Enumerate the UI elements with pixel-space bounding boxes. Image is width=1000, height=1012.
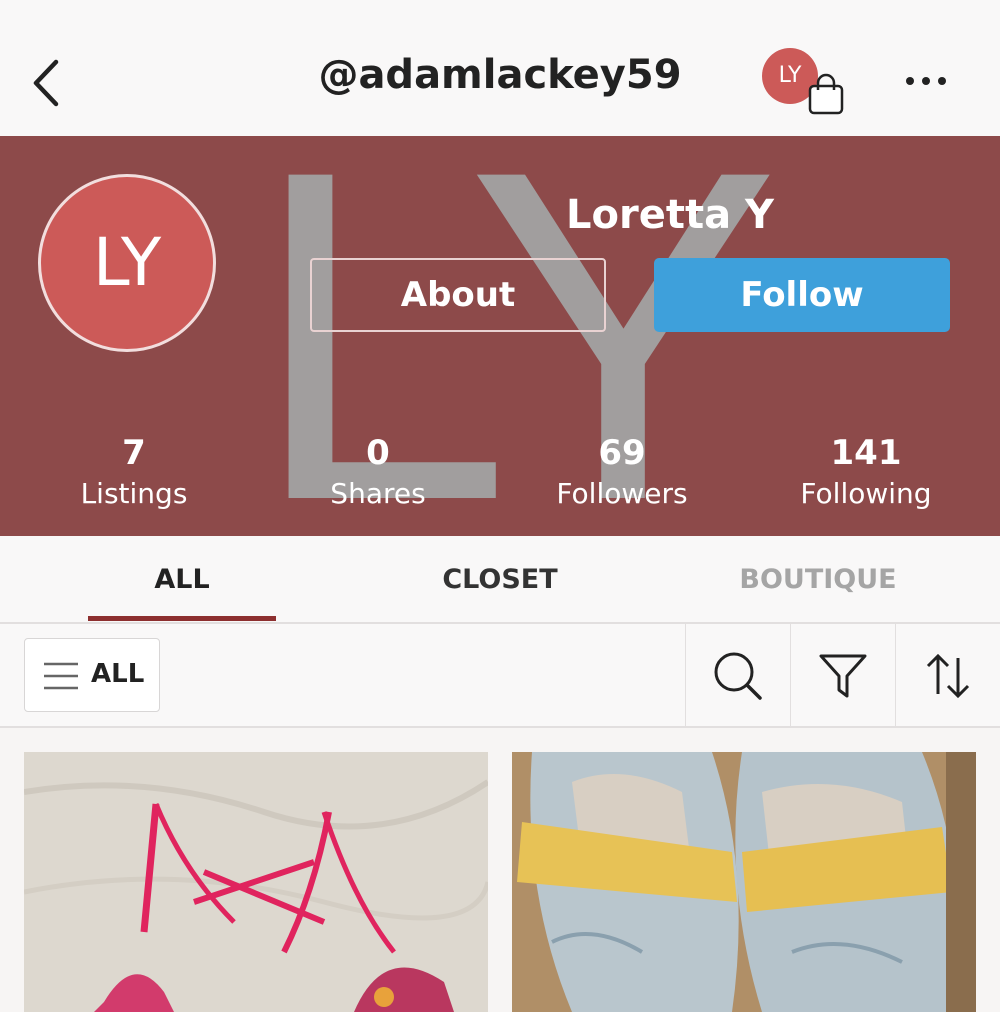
listing-photo-top[interactable] (24, 752, 488, 1012)
closet-tabs: ALL CLOSET BOUTIQUE (0, 536, 1000, 624)
search-icon[interactable] (685, 624, 789, 728)
menu-lines-icon (43, 661, 79, 691)
stat-followers[interactable]: 69 Followers (522, 432, 722, 514)
listing-photo-shoes[interactable] (512, 752, 976, 1012)
filter-bar: ALL (0, 624, 1000, 728)
profile-name: Loretta Y (566, 192, 774, 238)
follow-button[interactable]: Follow (654, 258, 950, 332)
stat-value: 141 (830, 433, 902, 473)
active-tab-indicator (88, 616, 276, 621)
tab-boutique[interactable]: BOUTIQUE (700, 536, 936, 624)
profile-handle: @adamlackey59 (318, 52, 682, 98)
stat-value: 7 (122, 433, 146, 473)
stat-shares[interactable]: 0 Shares (278, 432, 478, 514)
about-button[interactable]: About (310, 258, 606, 332)
profile-banner: LY LY Loretta Y About Follow 7 Listings … (0, 136, 1000, 536)
stat-following[interactable]: 141 Following (766, 432, 966, 514)
tab-closet[interactable]: CLOSET (400, 536, 600, 624)
stat-label: Following (800, 477, 932, 510)
shopping-bag-icon[interactable] (806, 72, 846, 116)
top-nav: @adamlackey59 LY (0, 0, 1000, 136)
stat-value: 0 (366, 433, 390, 473)
category-filter-button[interactable]: ALL (24, 638, 160, 712)
profile-avatar: LY (38, 174, 216, 352)
sort-arrows-icon[interactable] (895, 624, 999, 728)
stat-value: 69 (598, 433, 646, 473)
stat-label: Followers (556, 477, 688, 510)
stat-listings[interactable]: 7 Listings (34, 432, 234, 514)
stat-label: Listings (80, 477, 188, 510)
stat-label: Shares (330, 477, 426, 510)
tab-all[interactable]: ALL (82, 536, 282, 624)
filter-funnel-icon[interactable] (790, 624, 894, 728)
listings-grid (0, 728, 1000, 1012)
more-horizontal-icon[interactable] (902, 66, 950, 96)
category-filter-label: ALL (91, 659, 145, 689)
